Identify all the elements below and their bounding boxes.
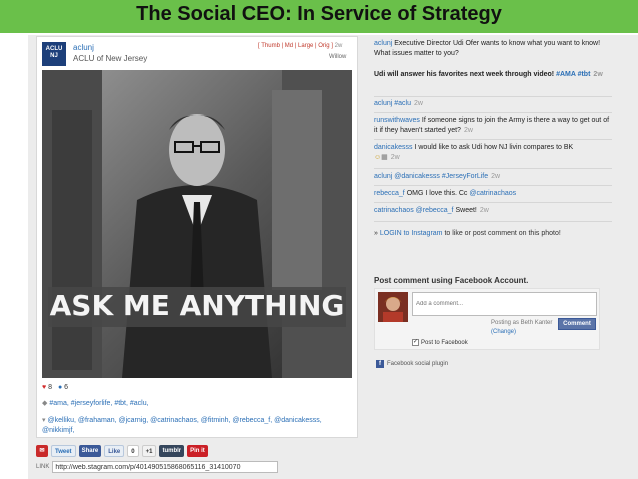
post-username[interactable]: aclunj [73,43,94,52]
tag-icon: ◆ [42,400,48,407]
comment-item: aclunj @danicakesss #JerseyForLife 2w [374,173,501,180]
ama-caption: ASK ME ANYTHING [49,289,345,322]
divider [374,168,612,169]
photo-illustration [42,70,352,378]
share-bar: ✉ Tweet Share Like 0 +1 tumblr Pin it [36,444,208,458]
divider [374,221,612,222]
post-fullname: ACLU of New Jersey [73,54,148,63]
change-account-link[interactable]: (Change) [491,329,516,335]
divider [374,96,612,97]
post-photo[interactable] [42,70,352,378]
like-count-badge: 0 [127,445,139,457]
pinterest-button[interactable]: Pin it [187,445,208,457]
image-size-links[interactable]: [ Thumb | Md | Large | Orig ] 2w [258,43,342,49]
like-count: 8 [48,384,53,391]
fb-comment-input[interactable] [412,292,597,316]
user-icon: ▾ [42,417,46,424]
comment-item: rebecca_f OMG I love this. Cc @catrinach… [374,190,517,197]
tweet-button[interactable]: Tweet [51,445,76,457]
fb-social-plugin[interactable]: f Facebook social plugin [376,360,448,368]
comment-item: danicakesss I would like to ask Udi how … [374,144,574,161]
divider [374,185,612,186]
divider [374,112,612,113]
mentions[interactable]: ▾ @kelliku, @frahaman, @jcarnig, @catrin… [42,416,332,436]
checkbox-icon[interactable]: ✓ [412,339,419,346]
permalink-field[interactable] [52,461,279,473]
permalink-row: LINK [36,461,279,473]
tumblr-button[interactable]: tumblr [159,445,185,457]
divider [374,139,612,140]
comment-item: runswithwaves If someone signs to join t… [374,117,610,134]
facebook-share-button[interactable]: Share [78,445,102,457]
divider [374,202,612,203]
avatar [378,292,408,322]
avatar-image [378,292,408,322]
comment-item: aclunj #aclu 2w [374,100,423,107]
facebook-like-button[interactable]: Like [104,445,125,457]
facebook-icon: f [376,360,384,368]
slide: The Social CEO: In Service of Strategy A… [0,0,638,479]
link-label: LINK [36,464,50,470]
comment-item: aclunj Executive Director Udi Ofer wants… [374,40,601,57]
fb-comment-title: Post comment using Facebook Account. [374,276,529,285]
aclu-logo[interactable]: ACLU NJ [42,42,66,66]
heart-icon[interactable]: ♥ [42,384,46,391]
image-icon: ▦ [381,154,388,161]
comment-bubble-icon[interactable]: ● [58,384,62,391]
slide-title: The Social CEO: In Service of Strategy [136,3,502,25]
engagement-counts: ♥ 8 ● 6 [42,384,68,391]
comment-count: 6 [64,384,69,391]
comment-button[interactable]: Comment [558,318,596,330]
hashtags[interactable]: ◆ #ama, #jerseyforlife, #tbt, #aclu, [42,399,149,407]
comment-item: Udi will answer his favorites next week … [374,71,603,78]
filter-name: Willow [329,54,347,60]
login-link[interactable]: LOGIN to Instagram [380,230,443,237]
google-plus-button[interactable]: +1 [141,445,157,457]
comment-item: catrinachaos @rebecca_f Sweet! 2w [374,207,489,214]
login-prompt: » LOGIN to Instagram to like or post com… [374,230,561,237]
posting-as: Posting as Beth Kanter [491,320,553,326]
post-to-facebook-option[interactable]: ✓ Post to Facebook [412,339,468,346]
email-icon[interactable]: ✉ [36,445,48,457]
